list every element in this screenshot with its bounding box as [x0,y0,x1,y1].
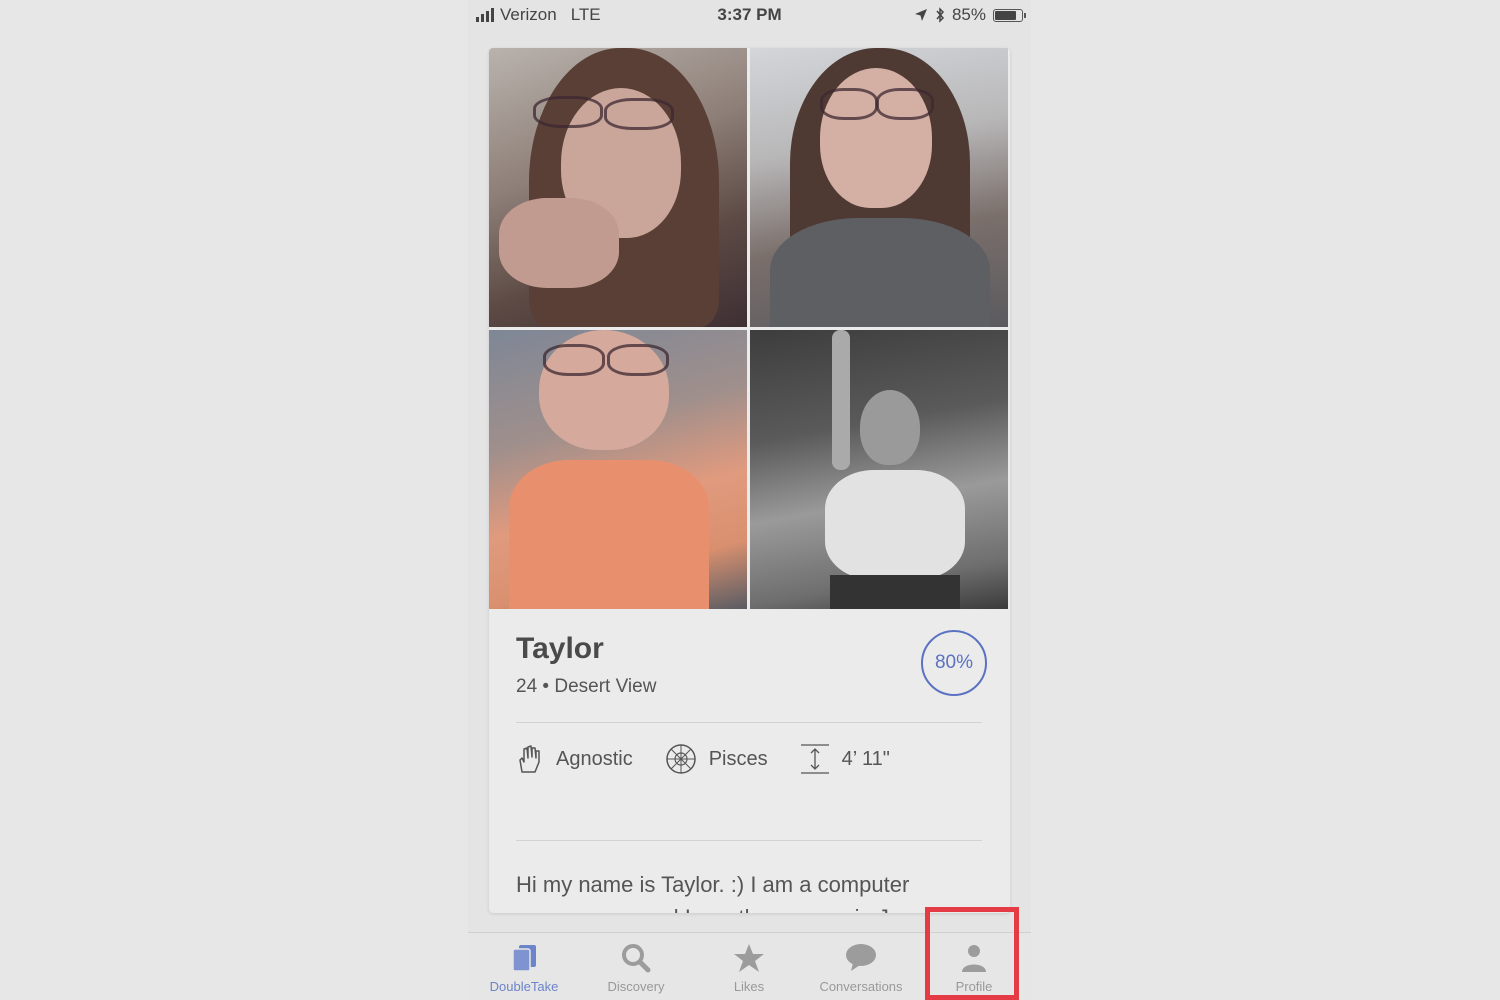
height-label: 4’ 11" [841,747,890,770]
profile-age-location: 24 • Desert View [516,676,657,697]
divider [516,840,982,841]
zodiac-wheel-icon [665,744,696,774]
sign-detail: Pisces [665,743,768,775]
religion-label: Agnostic [556,747,633,770]
speech-bubble-icon [846,944,876,971]
star-icon [734,944,764,972]
profile-photo[interactable] [750,330,1008,609]
tab-label: Discovery [607,979,665,994]
profile-card[interactable]: Taylor 24 • Desert View 80% Agnostic Pis… [489,48,1010,913]
raised-hand-icon [519,745,540,773]
cards-icon [512,945,536,972]
profile-name: Taylor [516,632,604,665]
profile-bio: Hi my name is Taylor. :) I am a computer… [516,872,931,913]
tab-label: DoubleTake [489,979,559,994]
profile-tab-highlight [925,907,1019,1000]
height-detail: 4’ 11" [800,743,890,775]
profile-details: Agnostic Pisces 4’ 11" [516,743,922,775]
profile-photo[interactable] [750,48,1008,327]
religion-detail: Agnostic [516,744,633,774]
tab-conversations[interactable]: Conversations [805,933,917,1000]
tab-label: Likes [733,979,765,994]
tab-label: Conversations [819,979,903,994]
tab-discovery[interactable]: Discovery [580,933,692,1000]
battery-icon [993,8,1026,22]
profile-photo[interactable] [489,330,747,609]
photo-grid [489,48,1010,609]
status-bar: Verizon LTE 3:37 PM 85% [468,0,1031,30]
battery-percent: 85% [951,5,986,24]
location-arrow-icon [914,9,927,21]
height-icon [800,744,829,774]
match-percentage-badge[interactable]: 80% [921,630,987,696]
profile-photo[interactable] [489,48,747,327]
bluetooth-icon [936,7,944,23]
status-right: 85% [914,5,1026,25]
search-icon [622,944,651,973]
divider [516,722,982,723]
sign-label: Pisces [708,747,768,770]
tab-doubletake[interactable]: DoubleTake [468,933,580,1000]
tab-likes[interactable]: Likes [693,933,805,1000]
phone-screen: Verizon LTE 3:37 PM 85% Taylor 24 • Dese… [468,0,1031,1000]
